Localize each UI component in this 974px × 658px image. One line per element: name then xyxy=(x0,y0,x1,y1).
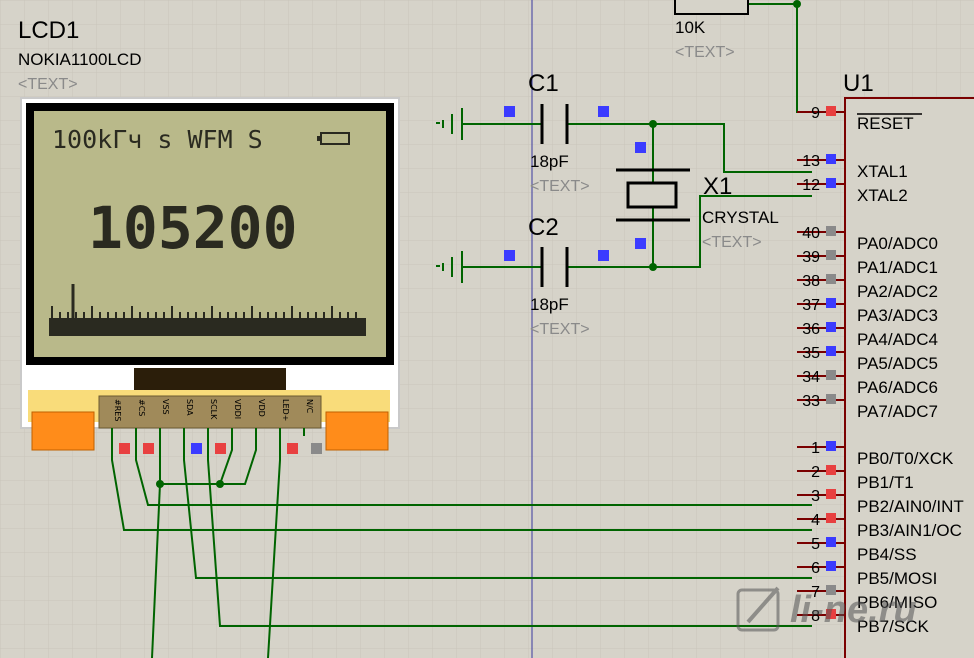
c1-value: 18pF xyxy=(530,152,569,171)
u1-pin-name: PA7/ADC7 xyxy=(857,402,938,421)
u1-pin-name: XTAL1 xyxy=(857,162,908,181)
schematic-canvas[interactable]: 10K <TEXT> C1 18pF <TEXT> C2 18pF <TEXT>… xyxy=(0,0,974,658)
pin-marker xyxy=(635,142,646,153)
pin-marker xyxy=(826,250,836,260)
pin-marker xyxy=(826,226,836,236)
u1-pin-name: PA6/ADC6 xyxy=(857,378,938,397)
u1-pin-number: 12 xyxy=(802,177,820,194)
lcd-right-pad xyxy=(325,411,389,451)
lcd-connector-pin-label: SCLK xyxy=(209,399,218,420)
pin-marker xyxy=(826,489,836,499)
x1-ref: X1 xyxy=(703,173,732,200)
lcd-connector-pin-label: VDD xyxy=(257,399,266,417)
u1-pin-name: PB0/T0/XCK xyxy=(857,449,954,468)
pin-marker xyxy=(504,250,515,261)
u1-pin-name: RESET xyxy=(857,114,914,133)
pin-marker xyxy=(826,441,836,451)
pin-marker xyxy=(826,346,836,356)
u1-pin-number: 40 xyxy=(802,225,820,242)
c2-ref: C2 xyxy=(528,214,559,241)
u1-pin-number: 36 xyxy=(802,321,820,338)
x1-part: CRYSTAL xyxy=(702,208,779,227)
u1-pin-number: 33 xyxy=(802,393,820,410)
pin-marker xyxy=(287,443,298,454)
pin-marker xyxy=(191,443,202,454)
lcd-left-pad xyxy=(31,411,95,451)
pin-marker xyxy=(826,394,836,404)
lcd-connector-pin-label: VSS xyxy=(161,399,170,415)
lcd-connector-pin-label: N/C xyxy=(305,399,314,414)
pin-marker xyxy=(826,178,836,188)
pin-marker xyxy=(635,238,646,249)
u1-pin-number: 13 xyxy=(802,153,820,170)
lcd-connector-pin-label: #RES xyxy=(113,399,122,421)
lcd-status-text: 100kГч s WFM S xyxy=(52,125,263,154)
pin-marker xyxy=(826,154,836,164)
pin-marker xyxy=(311,443,322,454)
u1-pin-number: 39 xyxy=(802,249,820,266)
u1-pin-number: 6 xyxy=(811,560,820,577)
u1-pin-number: 5 xyxy=(811,536,820,553)
u1-pin-name: PA5/ADC5 xyxy=(857,354,938,373)
u1-pin-name: PB3/AIN1/OC xyxy=(857,521,962,540)
resistor-text-placeholder: <TEXT> xyxy=(675,44,735,61)
watermark-text: li-ne.ru xyxy=(790,589,917,631)
c2-text-placeholder: <TEXT> xyxy=(530,321,590,338)
pin-marker xyxy=(826,513,836,523)
c1-text-placeholder: <TEXT> xyxy=(530,178,590,195)
lcd-connector-pin-label: LED+ xyxy=(281,399,290,421)
pin-marker xyxy=(826,561,836,571)
u1-pin-name: PB2/AIN0/INT xyxy=(857,497,964,516)
u1-pin-number: 35 xyxy=(802,345,820,362)
u1-pin-name: PA0/ADC0 xyxy=(857,234,938,253)
u1-pin-number: 2 xyxy=(811,464,820,481)
lcd-text-placeholder: <TEXT> xyxy=(18,76,78,93)
c2-value: 18pF xyxy=(530,295,569,314)
pin-marker xyxy=(826,274,836,284)
lcd-connector-pin-label: #CS xyxy=(137,399,146,416)
pin-marker xyxy=(826,370,836,380)
pin-marker xyxy=(826,465,836,475)
lcd-frequency-text: 105200 xyxy=(88,194,298,262)
u1-pin-name: PA3/ADC3 xyxy=(857,306,938,325)
u1-pin-number: 34 xyxy=(802,369,820,386)
u1-ref: U1 xyxy=(843,70,874,97)
u1-pin-name: PB1/T1 xyxy=(857,473,914,492)
pin-marker xyxy=(826,298,836,308)
pin-marker xyxy=(598,250,609,261)
u1-pin-number: 37 xyxy=(802,297,820,314)
lcd-part: NOKIA1100LCD xyxy=(18,50,141,69)
u1-pin-name: XTAL2 xyxy=(857,186,908,205)
x1-text-placeholder: <TEXT> xyxy=(702,234,762,251)
u1-pin-name: PA1/ADC1 xyxy=(857,258,938,277)
u1-pin-name: PA2/ADC2 xyxy=(857,282,938,301)
u1-pin-number: 9 xyxy=(811,105,820,122)
pin-marker xyxy=(143,443,154,454)
pin-marker xyxy=(826,537,836,547)
pin-marker xyxy=(215,443,226,454)
pin-marker xyxy=(826,322,836,332)
u1-pin-name: PB5/MOSI xyxy=(857,569,937,588)
u1-pin-name: PB4/SS xyxy=(857,545,917,564)
pin-marker xyxy=(504,106,515,117)
pin-marker xyxy=(826,106,836,116)
u1-pin-number: 38 xyxy=(802,273,820,290)
u1-pin-number: 4 xyxy=(811,512,820,529)
resistor-value: 10K xyxy=(675,18,706,37)
lcd-ref: LCD1 xyxy=(18,17,79,44)
c1-ref: C1 xyxy=(528,70,559,97)
u1-pin-name: PA4/ADC4 xyxy=(857,330,938,349)
lcd-connector-pin-label: VDDI xyxy=(233,399,242,419)
pin-marker xyxy=(119,443,130,454)
lcd-connector-pin-label: SDA xyxy=(185,399,194,416)
u1-pin-number: 1 xyxy=(811,440,820,457)
pin-marker xyxy=(598,106,609,117)
u1-pin-number: 3 xyxy=(811,488,820,505)
